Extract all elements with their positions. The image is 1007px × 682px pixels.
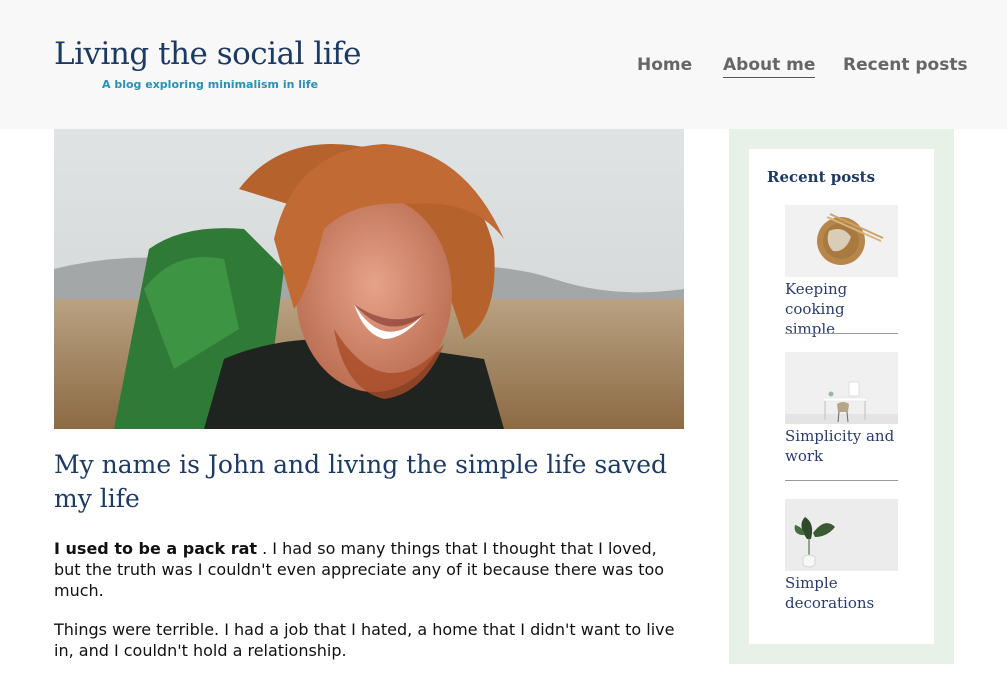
recent-post-title[interactable]: Keeping cooking simple — [785, 279, 898, 339]
hero-photo-smiling-man — [54, 129, 684, 429]
nav-home[interactable]: Home — [637, 55, 692, 77]
intro-paragraph: I used to be a pack rat . I had so many … — [54, 538, 684, 601]
nav-recent-posts[interactable]: Recent posts — [843, 55, 968, 77]
recent-post-item[interactable]: Simplicity and work — [785, 352, 898, 466]
recent-post-title[interactable]: Simple decorations — [785, 573, 898, 613]
hero-image — [54, 129, 684, 429]
sidebar-divider — [785, 480, 898, 481]
nav-about-me[interactable]: About me — [723, 55, 816, 78]
sidebar-divider — [785, 333, 898, 334]
sidebar-heading: Recent posts — [767, 168, 876, 186]
recent-post-title[interactable]: Simplicity and work — [785, 426, 898, 466]
second-paragraph: Things were terrible. I had a job that I… — [54, 620, 675, 660]
intro-strong: I used to be a pack rat — [54, 539, 258, 558]
site-header: Living the social life A blog exploring … — [0, 0, 1007, 129]
plant-vase-thumbnail-icon[interactable] — [785, 499, 898, 571]
recent-post-item[interactable]: Simple decorations — [785, 499, 898, 613]
woven-bowl-thumbnail-icon[interactable] — [785, 205, 898, 277]
desk-chair-thumbnail-icon[interactable] — [785, 352, 898, 424]
main-nav: Home About me Recent posts — [0, 55, 1007, 85]
post-title: My name is John and living the simple li… — [54, 450, 668, 513]
recent-post-item[interactable]: Keeping cooking simple — [785, 205, 898, 339]
